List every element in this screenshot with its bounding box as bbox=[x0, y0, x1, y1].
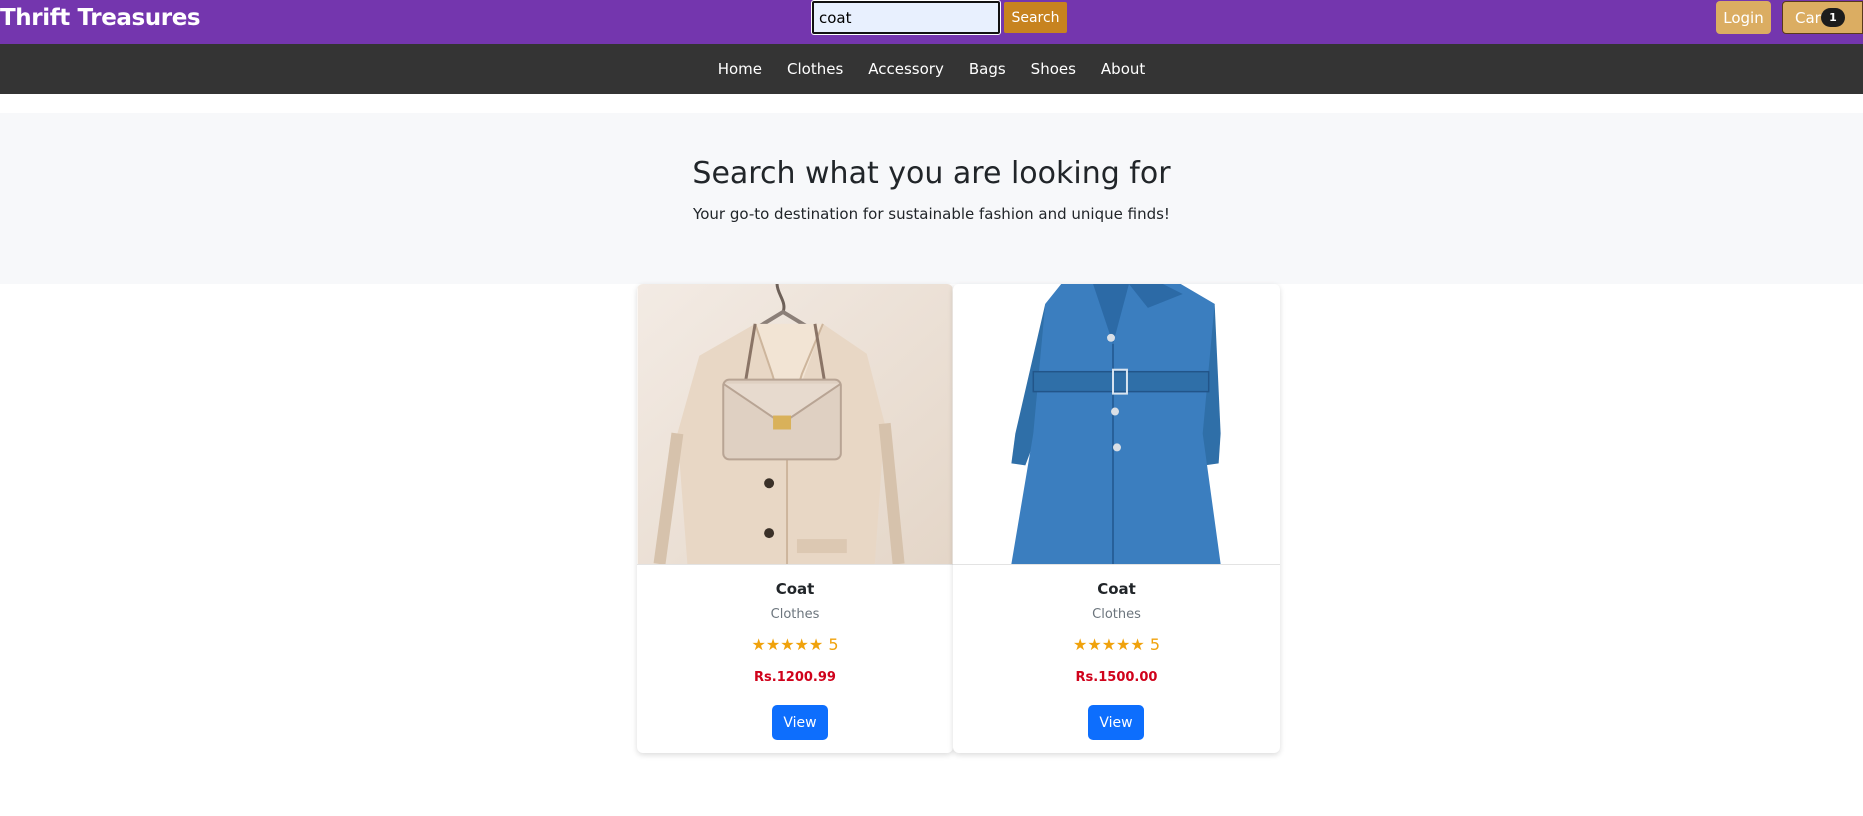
search-input[interactable] bbox=[811, 0, 1001, 35]
login-button[interactable]: Login bbox=[1716, 1, 1771, 34]
product-image-cream-coat[interactable] bbox=[637, 284, 953, 565]
product-image-blue-coat[interactable] bbox=[953, 284, 1280, 565]
product-title[interactable]: Coat bbox=[953, 580, 1280, 598]
nav-link-bags[interactable]: Bags bbox=[969, 60, 1006, 78]
cart-count-badge: 1 bbox=[1821, 8, 1845, 27]
rating-stars: ★★★★★ bbox=[1073, 635, 1145, 654]
top-header: Thrift Treasures Search Login Cart 1 bbox=[0, 0, 1863, 44]
product-card: Coat Clothes ★★★★★ 5 Rs.1200.99 View bbox=[637, 284, 953, 753]
product-rating: ★★★★★ 5 bbox=[637, 635, 953, 654]
product-rating: ★★★★★ 5 bbox=[953, 635, 1280, 654]
product-price: Rs.1500.00 bbox=[1075, 670, 1158, 685]
main-navigation: Home Clothes Accessory Bags Shoes About bbox=[0, 44, 1863, 94]
rating-stars: ★★★★★ bbox=[751, 635, 824, 654]
rating-value: 5 bbox=[828, 635, 839, 654]
hero-title: Search what you are looking for bbox=[692, 156, 1171, 191]
nav-list: Home Clothes Accessory Bags Shoes About bbox=[0, 44, 1863, 94]
product-price: Rs.1200.99 bbox=[754, 670, 836, 685]
view-product-button[interactable]: View bbox=[1088, 705, 1144, 740]
rating-value: 5 bbox=[1149, 635, 1160, 654]
product-category: Clothes bbox=[770, 607, 820, 622]
product-title[interactable]: Coat bbox=[637, 580, 953, 598]
hero-section: Search what you are looking for Your go-… bbox=[0, 113, 1863, 284]
product-card: Coat Clothes ★★★★★ 5 Rs.1500.00 View bbox=[953, 284, 1280, 753]
nav-link-accessory[interactable]: Accessory bbox=[868, 60, 944, 78]
product-category: Clothes bbox=[1092, 607, 1141, 622]
nav-link-clothes[interactable]: Clothes bbox=[787, 60, 843, 78]
nav-link-home[interactable]: Home bbox=[718, 60, 762, 78]
hero-subtitle: Your go-to destination for sustainable f… bbox=[693, 205, 1170, 223]
view-product-button[interactable]: View bbox=[772, 705, 828, 740]
search-button[interactable]: Search bbox=[1004, 2, 1067, 33]
nav-link-shoes[interactable]: Shoes bbox=[1031, 60, 1076, 78]
nav-link-about[interactable]: About bbox=[1101, 60, 1145, 78]
brand-logo[interactable]: Thrift Treasures bbox=[0, 5, 201, 31]
